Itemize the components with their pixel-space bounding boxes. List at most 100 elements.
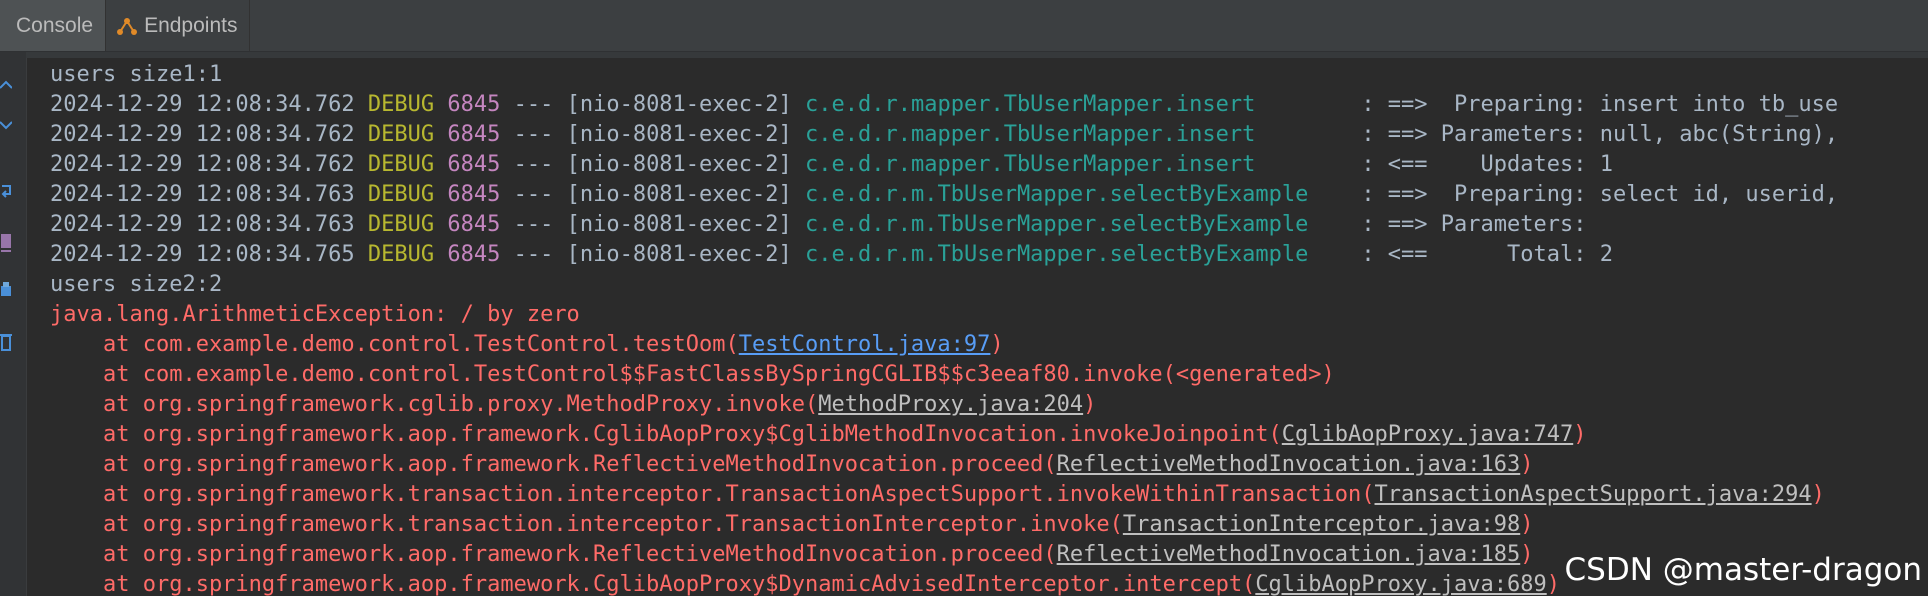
stack-frame-text: at com.example.demo.control.TestControl.… [50, 332, 739, 357]
log-line: users size2:2 [50, 272, 223, 297]
log-logger: c.e.d.r.mapper.TbUserMapper.insert [805, 122, 1362, 147]
log-timestamp: 2024-12-29 12:08:34.763 [50, 182, 368, 207]
scroll-to-end-icon[interactable] [0, 230, 12, 254]
source-link[interactable]: CglibAopProxy.java:689 [1255, 572, 1546, 596]
log-message: : ==> Preparing: insert into tb_use [1361, 92, 1839, 117]
log-timestamp: 2024-12-29 12:08:34.762 [50, 92, 368, 117]
log-logger: c.e.d.r.m.TbUserMapper.selectByExample [805, 242, 1362, 267]
stack-frame-text: at org.springframework.transaction.inter… [50, 482, 1375, 507]
stack-frame-text: at org.springframework.transaction.inter… [50, 512, 1123, 537]
source-link[interactable]: TestControl.java:97 [739, 332, 991, 357]
log-level: DEBUG [367, 212, 448, 237]
panel-separator [26, 52, 1928, 58]
console-toolbar [0, 52, 27, 596]
stack-frame-suffix: ) [1520, 542, 1534, 567]
console-icon [0, 15, 10, 37]
log-thread: [nio-8081-exec-2] [566, 92, 806, 117]
stack-frame-text: at com.example.demo.control.TestControl$… [50, 362, 1335, 387]
watermark: CSDN @master-dragon [1564, 552, 1922, 588]
log-separator: --- [513, 92, 567, 117]
stack-frame-suffix: ) [1520, 452, 1534, 477]
debug-log-line: 2024-12-29 12:08:34.762 DEBUG 6845 --- [… [50, 120, 1928, 150]
stack-frame-suffix: ) [1573, 422, 1587, 447]
trash-icon[interactable] [0, 330, 12, 354]
stack-frame: at org.springframework.transaction.inter… [50, 480, 1928, 510]
source-link[interactable]: ReflectiveMethodInvocation.java:185 [1057, 542, 1521, 567]
stack-frame: at org.springframework.aop.framework.Cgl… [50, 420, 1928, 450]
log-level: DEBUG [367, 242, 448, 267]
debug-log-line: 2024-12-29 12:08:34.762 DEBUG 6845 --- [… [50, 150, 1928, 180]
tab-endpoints[interactable]: Endpoints [106, 0, 251, 51]
debug-log-line: 2024-12-29 12:08:34.765 DEBUG 6845 --- [… [50, 240, 1928, 270]
log-separator: --- [513, 212, 567, 237]
debug-log-line: 2024-12-29 12:08:34.763 DEBUG 6845 --- [… [50, 210, 1928, 240]
source-link[interactable]: MethodProxy.java:204 [818, 392, 1083, 417]
log-logger: c.e.d.r.m.TbUserMapper.selectByExample [805, 212, 1362, 237]
stack-frame-suffix: ) [1811, 482, 1825, 507]
log-pid: 6845 [447, 122, 514, 147]
log-message: : ==> Preparing: select id, userid, [1361, 182, 1839, 207]
log-separator: --- [513, 122, 567, 147]
endpoints-icon [116, 15, 138, 37]
log-logger: c.e.d.r.mapper.TbUserMapper.insert [805, 152, 1362, 177]
log-pid: 6845 [447, 92, 514, 117]
log-message: : ==> Parameters: [1361, 212, 1600, 237]
exception-line: java.lang.ArithmeticException: / by zero [50, 302, 580, 327]
log-line: users size1:1 [50, 62, 223, 87]
console-output[interactable]: users size1:1 2024-12-29 12:08:34.762 DE… [50, 60, 1928, 596]
debug-log-line: 2024-12-29 12:08:34.763 DEBUG 6845 --- [… [50, 180, 1928, 210]
log-level: DEBUG [367, 122, 448, 147]
tab-console-label: Console [16, 13, 94, 37]
tool-window-tabbar: Console Endpoints [0, 0, 1928, 52]
log-thread: [nio-8081-exec-2] [566, 152, 806, 177]
tab-endpoints-label: Endpoints [144, 13, 238, 37]
log-message: : <== Total: 2 [1361, 242, 1613, 267]
log-timestamp: 2024-12-29 12:08:34.762 [50, 152, 368, 177]
log-pid: 6845 [447, 182, 514, 207]
log-pid: 6845 [447, 212, 514, 237]
log-message: : <== Updates: 1 [1361, 152, 1613, 177]
debug-log-line: 2024-12-29 12:08:34.762 DEBUG 6845 --- [… [50, 90, 1928, 120]
log-thread: [nio-8081-exec-2] [566, 242, 806, 267]
log-separator: --- [513, 242, 567, 267]
stack-frame-text: at org.springframework.aop.framework.Cgl… [50, 572, 1256, 596]
stack-frame-suffix: ) [1083, 392, 1097, 417]
log-pid: 6845 [447, 242, 514, 267]
up-arrow-icon[interactable] [0, 74, 13, 98]
log-separator: --- [513, 182, 567, 207]
stack-frame-suffix: ) [1520, 512, 1534, 537]
log-message: : ==> Parameters: null, abc(String), [1361, 122, 1839, 147]
stack-frame-text: at org.springframework.cglib.proxy.Metho… [50, 392, 819, 417]
stack-frame-suffix: ) [990, 332, 1004, 357]
log-timestamp: 2024-12-29 12:08:34.763 [50, 212, 368, 237]
stack-frame: at org.springframework.cglib.proxy.Metho… [50, 390, 1928, 420]
log-pid: 6845 [447, 152, 514, 177]
source-link[interactable]: TransactionAspectSupport.java:294 [1375, 482, 1812, 507]
stack-frame: at com.example.demo.control.TestControl$… [50, 360, 1928, 390]
log-separator: --- [513, 152, 567, 177]
log-logger: c.e.d.r.mapper.TbUserMapper.insert [805, 92, 1362, 117]
print-icon[interactable] [0, 280, 12, 304]
source-link[interactable]: ReflectiveMethodInvocation.java:163 [1057, 452, 1521, 477]
log-thread: [nio-8081-exec-2] [566, 182, 806, 207]
stack-frame-suffix: ) [1546, 572, 1560, 596]
stack-frame-text: at org.springframework.aop.framework.Ref… [50, 452, 1057, 477]
down-arrow-icon[interactable] [0, 114, 13, 138]
stack-frame: at com.example.demo.control.TestControl.… [50, 330, 1928, 360]
log-level: DEBUG [367, 92, 448, 117]
log-timestamp: 2024-12-29 12:08:34.762 [50, 122, 368, 147]
source-link[interactable]: TransactionInterceptor.java:98 [1123, 512, 1520, 537]
stack-frame: at org.springframework.transaction.inter… [50, 510, 1928, 540]
debug-lines: 2024-12-29 12:08:34.762 DEBUG 6845 --- [… [50, 90, 1928, 270]
log-level: DEBUG [367, 182, 448, 207]
log-level: DEBUG [367, 152, 448, 177]
stack-frame-text: at org.springframework.aop.framework.Ref… [50, 542, 1057, 567]
source-link[interactable]: CglibAopProxy.java:747 [1282, 422, 1573, 447]
log-thread: [nio-8081-exec-2] [566, 212, 806, 237]
stack-frame-text: at org.springframework.aop.framework.Cgl… [50, 422, 1282, 447]
log-timestamp: 2024-12-29 12:08:34.765 [50, 242, 368, 267]
stack-frame: at org.springframework.aop.framework.Ref… [50, 450, 1928, 480]
tab-console[interactable]: Console [0, 0, 107, 51]
log-logger: c.e.d.r.m.TbUserMapper.selectByExample [805, 182, 1362, 207]
soft-wrap-icon[interactable] [0, 180, 12, 204]
